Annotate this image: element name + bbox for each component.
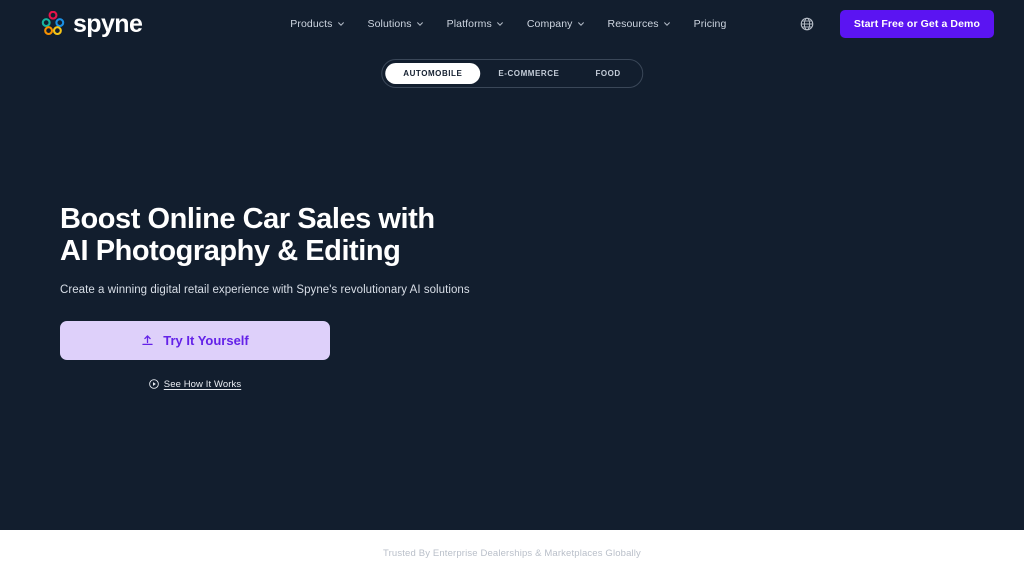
- hero-section: spyne Products Solutions Platforms Compa…: [0, 0, 1024, 530]
- nav-item-label: Pricing: [693, 18, 727, 30]
- nav-item-label: Products: [290, 18, 333, 30]
- see-how-it-works-label: See How It Works: [163, 378, 242, 390]
- try-it-yourself-button[interactable]: Try It Yourself: [60, 320, 330, 360]
- nav-item-products[interactable]: Products: [290, 18, 344, 30]
- upload-icon: [142, 335, 153, 345]
- chevron-down-icon: [337, 22, 344, 26]
- nav-item-company[interactable]: Company: [527, 18, 585, 30]
- main-navigation: Products Solutions Platforms Company Res…: [290, 18, 726, 30]
- start-free-demo-button[interactable]: Start Free or Get a Demo: [839, 10, 994, 38]
- brand-logo[interactable]: spyne: [40, 9, 143, 38]
- chevron-down-icon: [416, 22, 423, 26]
- trusted-by-text: Trusted By Enterprise Dealerships & Mark…: [383, 547, 641, 559]
- chevron-down-icon: [496, 22, 503, 26]
- hero-subtitle: Create a winning digital retail experien…: [60, 283, 470, 296]
- brand-name: spyne: [73, 9, 143, 38]
- nav-item-label: Platforms: [446, 18, 492, 30]
- nav-item-label: Company: [526, 18, 573, 30]
- chevron-down-icon: [663, 22, 670, 26]
- page-root: spyne Products Solutions Platforms Compa…: [0, 0, 1024, 576]
- nav-item-label: Resources: [607, 18, 659, 30]
- nav-item-solutions[interactable]: Solutions: [368, 18, 424, 30]
- see-how-it-works-link[interactable]: See How It Works: [60, 379, 330, 390]
- tab-ecommerce[interactable]: E-COMMERCE: [480, 63, 577, 84]
- tab-food[interactable]: FOOD: [577, 63, 638, 84]
- site-header: spyne Products Solutions Platforms Compa…: [0, 0, 1024, 48]
- nav-item-label: Solutions: [367, 18, 412, 30]
- try-it-yourself-label: Try It Yourself: [163, 332, 249, 348]
- nav-item-pricing[interactable]: Pricing: [694, 18, 727, 30]
- header-actions: Start Free or Get a Demo: [800, 10, 994, 38]
- tab-automobile[interactable]: AUTOMOBILE: [385, 63, 481, 84]
- nav-item-resources[interactable]: Resources: [608, 18, 671, 30]
- nav-item-platforms[interactable]: Platforms: [447, 18, 504, 30]
- globe-icon[interactable]: [800, 17, 814, 31]
- hero-content: Boost Online Car Sales with AI Photograp…: [60, 203, 580, 390]
- chevron-down-icon: [577, 22, 584, 26]
- industry-tab-switcher: AUTOMOBILE E-COMMERCE FOOD: [381, 59, 643, 88]
- page-title: Boost Online Car Sales with AI Photograp…: [60, 203, 435, 268]
- trusted-by-strip: Trusted By Enterprise Dealerships & Mark…: [0, 530, 1024, 576]
- play-circle-icon: [148, 379, 159, 390]
- spyne-flower-logo-icon: [41, 11, 65, 36]
